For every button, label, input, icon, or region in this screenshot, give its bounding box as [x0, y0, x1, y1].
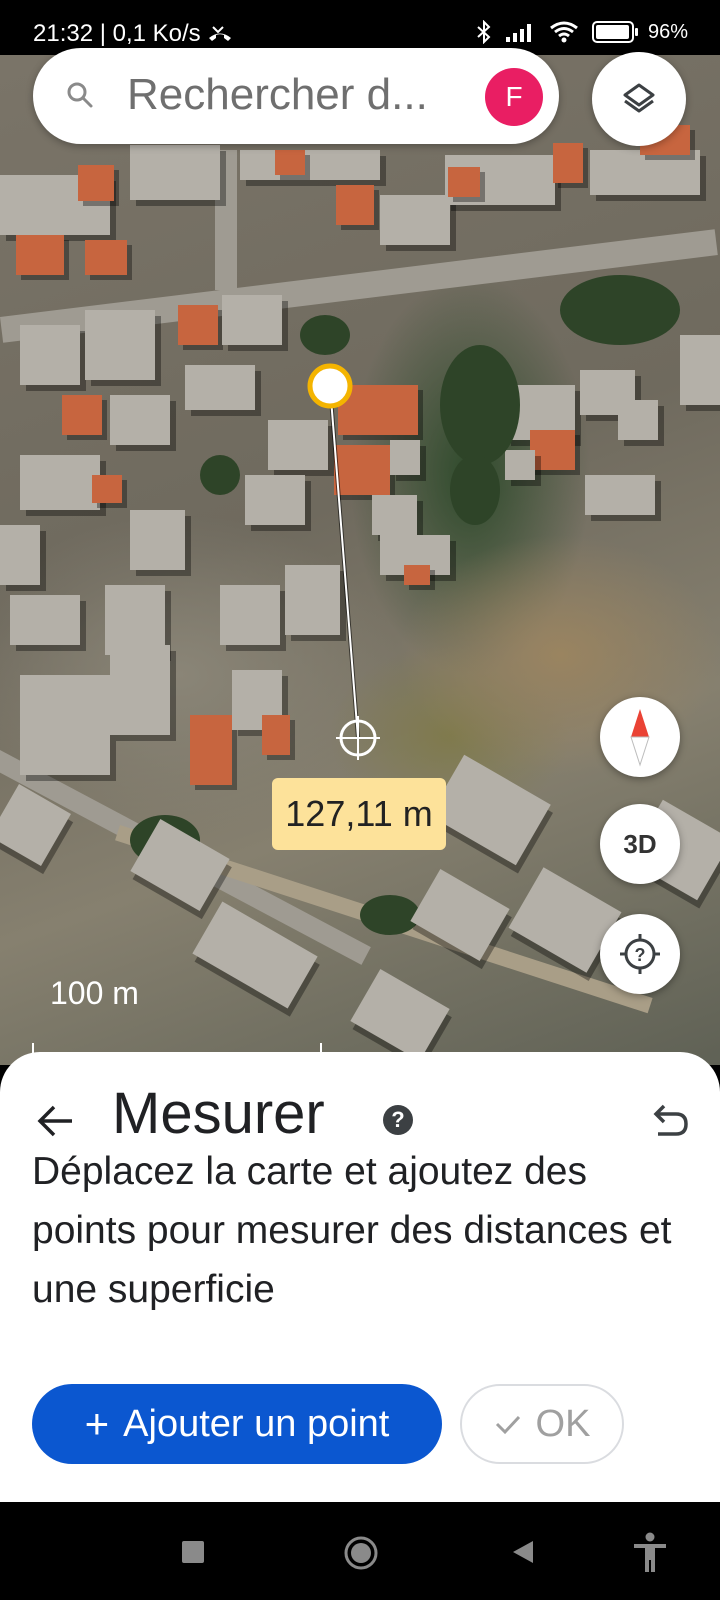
check-icon: [495, 1415, 520, 1435]
sheet-title: Mesurer: [112, 1081, 325, 1146]
add-point-button[interactable]: + Ajouter un point: [32, 1384, 442, 1464]
add-point-label: Ajouter un point: [123, 1402, 390, 1445]
measure-instructions: Déplacez la carte et ajoutez des points …: [32, 1150, 672, 1311]
search-bar[interactable]: Rechercher d... F: [33, 48, 559, 144]
battery-icon: [591, 21, 638, 43]
search-input[interactable]: Rechercher d...: [127, 70, 427, 120]
status-time-info: 21:32 | 0,1 Ko/s: [33, 20, 201, 47]
distance-label: 127,11 m: [272, 778, 446, 850]
help-icon[interactable]: ?: [383, 1105, 413, 1135]
plus-icon: +: [84, 1400, 110, 1447]
status-left: 21:32 | 0,1 Ko/s: [33, 20, 233, 48]
navigation-bar: [0, 1502, 720, 1600]
compass-icon: [630, 709, 650, 767]
avatar[interactable]: F: [485, 68, 543, 126]
battery-percent: 96%: [647, 20, 688, 43]
svg-text:?: ?: [635, 945, 646, 965]
scale-label: 100 m: [50, 975, 139, 1011]
satellite-map[interactable]: 127,11 m 100 m: [0, 55, 720, 1065]
undo-icon[interactable]: [642, 1096, 692, 1146]
circle-icon[interactable]: [343, 1535, 379, 1571]
battery-fill: [595, 25, 629, 39]
search-icon: [67, 82, 93, 108]
triangle-icon[interactable]: [511, 1539, 535, 1565]
status-right: 96%: [476, 20, 688, 44]
compass-button[interactable]: [600, 697, 680, 777]
signal-icon: [505, 24, 531, 42]
crosshair-icon: [336, 716, 380, 760]
measure-start-point[interactable]: [307, 363, 353, 409]
bluetooth-icon: [477, 20, 491, 44]
square-icon[interactable]: [181, 1540, 205, 1564]
measurement-overlay: [307, 363, 380, 760]
accessibility-icon[interactable]: [632, 1532, 668, 1574]
missed-call-icon: [208, 26, 231, 41]
scale-bar: 100 m: [32, 975, 322, 1061]
my-location-button[interactable]: ?: [600, 914, 680, 994]
layers-button[interactable]: [592, 52, 686, 146]
3d-button[interactable]: 3D: [600, 804, 680, 884]
wifi-icon: [550, 21, 578, 43]
ok-button[interactable]: OK: [460, 1384, 624, 1464]
measure-sheet: Mesurer ? Déplacez la carte et ajoutez d…: [0, 1052, 720, 1502]
layers-icon: [623, 83, 655, 113]
back-arrow-icon[interactable]: [32, 1096, 82, 1146]
my-location-icon: ?: [620, 934, 660, 974]
ok-label: OK: [535, 1402, 591, 1445]
